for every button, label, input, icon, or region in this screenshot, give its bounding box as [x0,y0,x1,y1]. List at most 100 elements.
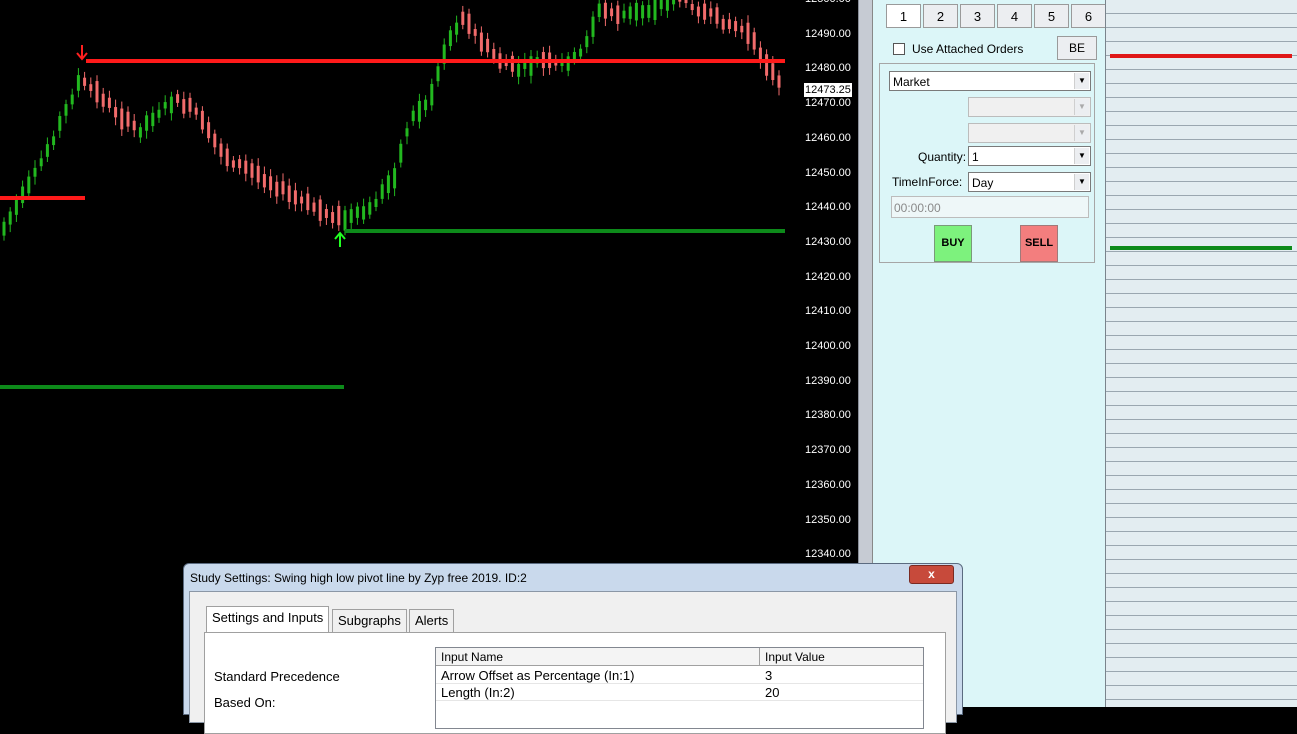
candle-body [473,29,477,36]
candle-body [27,176,31,194]
price-tick-label: 12460.00 [805,131,851,144]
current-price-label: 12473.25 [804,83,852,97]
tab-subgraphs[interactable]: Subgraphs [332,609,407,632]
use-attached-orders-row[interactable]: Use Attached Orders [893,42,1023,56]
candle-body [188,97,192,112]
candle-body [39,158,43,167]
input-name-header[interactable]: Input Name [436,648,760,666]
chevron-down-icon[interactable]: ▼ [1074,148,1089,164]
candle-body [734,21,738,32]
price-select-2: ▼ [968,123,1091,143]
candle-body [114,107,118,118]
order-type-select[interactable]: Market ▼ [889,71,1091,91]
candle-body [430,83,434,106]
tab-alerts[interactable]: Alerts [409,609,455,632]
input-name-cell[interactable]: Length (In:2) [436,684,760,701]
candle-body [393,168,397,189]
candle-body [300,196,304,204]
input-value-cell[interactable]: 3 [760,667,923,684]
input-value-header[interactable]: Input Value [760,648,923,666]
sell-button[interactable]: SELL [1020,225,1058,262]
candle-body [641,5,645,19]
candle-body [76,75,80,91]
candle-body [628,6,632,19]
close-button[interactable]: x [909,565,954,584]
study-settings-dialog: Study Settings: Swing high low pivot lin… [183,563,963,734]
candle-body [213,133,217,148]
candle-body [207,122,211,139]
input-value-cell[interactable]: 20 [760,684,923,701]
candle-body [250,163,254,178]
candle-body [572,52,576,60]
price-tick-label: 12340.00 [805,548,851,561]
candle-body [238,159,242,169]
candle-body [169,96,173,114]
candle-body [715,7,719,24]
candle-body [89,84,93,91]
candle-body [262,174,266,188]
chevron-down-icon: ▼ [1074,125,1089,141]
candle-body [461,11,465,25]
candle-body [752,32,756,50]
candle-body [331,212,335,223]
candle-body [399,143,403,163]
quantity-field[interactable]: 1 ▼ [968,146,1091,166]
candle-body [70,94,74,105]
use-attached-orders-checkbox[interactable] [893,43,905,55]
price-tick-label: 12430.00 [805,235,851,248]
candle-body [672,0,676,5]
candle-body [566,56,570,71]
candle-body [579,48,583,57]
candle-body [355,206,359,218]
trade-tabs: 123456 [886,4,1108,28]
price-tick-label: 12370.00 [805,444,851,457]
candle-body [374,198,378,207]
candle-body [225,148,229,167]
input-name-cell[interactable]: Arrow Offset as Percentage (In:1) [436,667,760,684]
dom-ladder[interactable] [1105,0,1297,707]
price-tick-label: 12350.00 [805,513,851,526]
standard-precedence-label: Standard Precedence [214,669,340,684]
price-tick-label: 12500.00 [805,0,851,5]
trade-tab-4[interactable]: 4 [997,4,1032,28]
candle-body [740,25,744,33]
candle-body [411,110,415,122]
trade-tab-3[interactable]: 3 [960,4,995,28]
candle-body [64,104,68,116]
trade-tab-5[interactable]: 5 [1034,4,1069,28]
candle-body [771,63,775,81]
price-tick-label: 12420.00 [805,270,851,283]
candle-body [634,2,638,21]
candle-body [424,99,428,111]
candle-body [176,94,180,103]
close-icon: x [928,567,935,581]
chevron-down-icon: ▼ [1074,99,1089,115]
buy-button[interactable]: BUY [934,225,972,262]
trade-tab-6[interactable]: 6 [1071,4,1106,28]
inputs-table: Input Name Input Value Arrow Offset as P… [435,647,924,729]
candle-body [83,77,87,86]
order-entry-group: Market ▼ ▼ ▼ Quantity: 1 ▼ TimeInForce: … [879,63,1095,263]
candle-body [126,111,130,127]
candle-body [696,6,700,17]
trade-tab-2[interactable]: 2 [923,4,958,28]
tab-settings-and-inputs[interactable]: Settings and Inputs [206,606,330,632]
price-tick-label: 12480.00 [805,62,851,75]
candle-body [455,22,459,35]
candle-body [293,190,297,205]
candle-body [151,112,155,127]
trade-tab-1[interactable]: 1 [886,4,921,28]
price-tick-label: 12400.00 [805,340,851,352]
candle-body [368,202,372,215]
candle-body [603,2,607,19]
candle-body [219,143,223,157]
time-in-force-select[interactable]: Day ▼ [968,172,1091,192]
candle-body [132,120,136,131]
based-on-label: Based On: [214,695,276,710]
candle-body [659,0,663,10]
good-till-time-field[interactable]: 00:00:00 [891,196,1089,218]
candle-body [517,63,521,77]
price-tick-label: 12390.00 [805,374,851,387]
breakeven-button[interactable]: BE [1057,36,1097,60]
use-attached-orders-label: Use Attached Orders [912,42,1024,56]
